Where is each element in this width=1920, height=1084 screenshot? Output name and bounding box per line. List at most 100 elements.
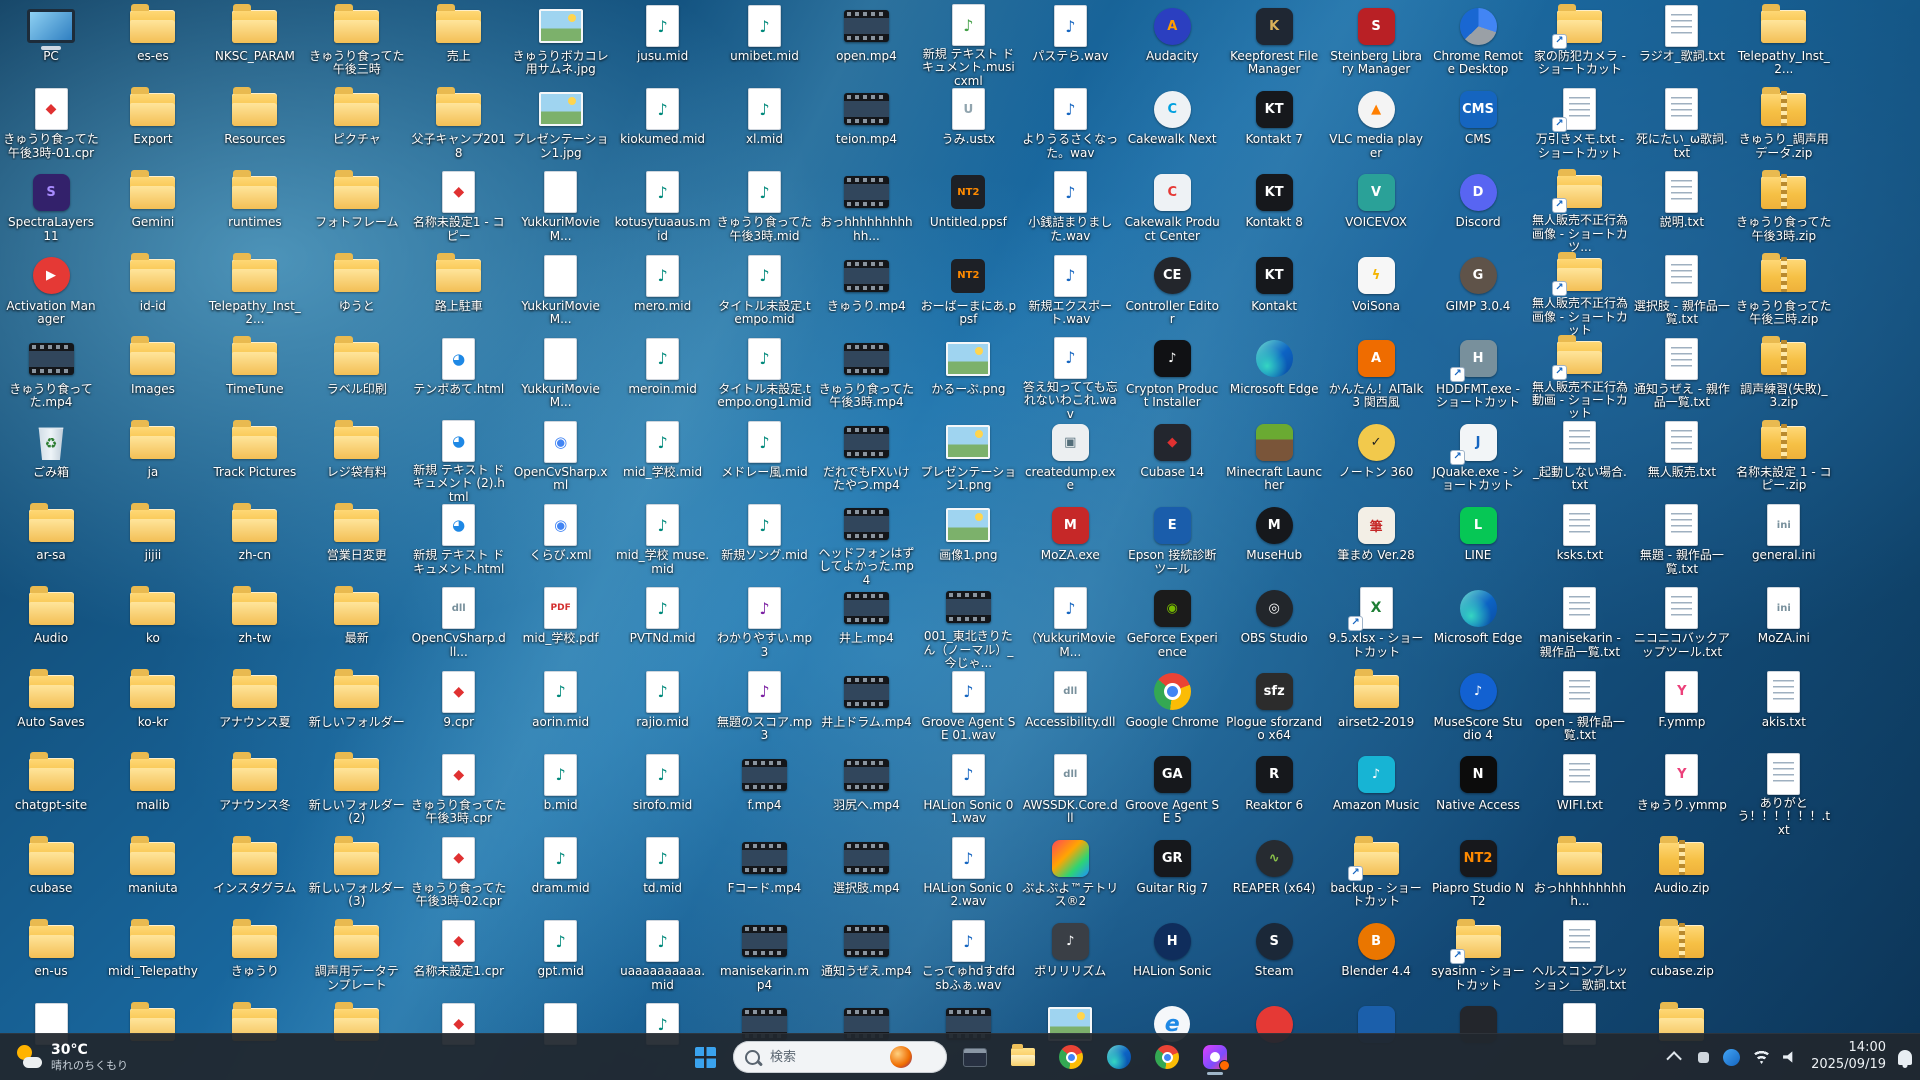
desktop-icon[interactable]: YukkuriMovieM...	[511, 254, 611, 336]
desktop-icon[interactable]: ラベル印刷	[307, 337, 407, 419]
desktop-icon[interactable]: ラジオ_歌詞.txt	[1632, 4, 1732, 86]
desktop-icon[interactable]: dram.mid	[511, 836, 611, 918]
desktop-icon[interactable]: きゅうり食ってた午後3時.zip	[1734, 170, 1834, 252]
desktop-icon[interactable]: 小銭詰まりました.wav	[1020, 170, 1120, 252]
desktop-icon[interactable]: インスタグラム	[205, 836, 305, 918]
desktop-icon[interactable]: 井上.mp4	[816, 586, 916, 668]
search-input[interactable]	[768, 1049, 882, 1066]
desktop-icon[interactable]: ko	[103, 586, 203, 668]
desktop-icon[interactable]: TimeTune	[205, 337, 305, 419]
desktop-icon[interactable]: 新規ソング.mid	[715, 503, 815, 585]
desktop-icon[interactable]: PVTNd.mid	[613, 586, 713, 668]
desktop-icon[interactable]: （YukkuriMovieM...	[1020, 586, 1120, 668]
desktop-icon[interactable]: きゅうり食ってた午後3時-01.cpr	[1, 87, 101, 169]
desktop-icon[interactable]: Microsoft Edge	[1428, 586, 1528, 668]
desktop-icon[interactable]: おっhhhhhhhhhh...	[1530, 836, 1630, 918]
desktop-icon[interactable]: わかりやすい.mp3	[715, 586, 815, 668]
desktop-icon[interactable]: umibet.mid	[715, 4, 815, 86]
desktop-icon[interactable]: こってゅhdすdfdsbふぁ.wav	[918, 919, 1018, 1001]
desktop-icon[interactable]: きゅうりボカコレ用サムネ.jpg	[511, 4, 611, 86]
desktop-icon[interactable]: 説明.txt	[1632, 170, 1732, 252]
desktop-icon[interactable]: 新規 テキスト ドキュメント (2).html	[409, 420, 509, 502]
desktop-icon[interactable]: runtimes	[205, 170, 305, 252]
desktop-icon[interactable]: 9.cpr	[409, 670, 509, 752]
desktop-icon[interactable]: b.mid	[511, 753, 611, 835]
desktop-icon[interactable]: DDiscord	[1428, 170, 1528, 252]
desktop-icon[interactable]: 選択肢 - 親作品一覧.txt	[1632, 254, 1732, 336]
desktop-icon[interactable]: Track Pictures	[205, 420, 305, 502]
desktop-icon[interactable]: en-us	[1, 919, 101, 1001]
desktop-icon[interactable]: gpt.mid	[511, 919, 611, 1001]
desktop-icon[interactable]: jusu.mid	[613, 4, 713, 86]
desktop-icon[interactable]: PC	[1, 4, 101, 86]
desktop-icon[interactable]: Export	[103, 87, 203, 169]
desktop-icon[interactable]: OpenCvSharp.dll...	[409, 586, 509, 668]
desktop-icon[interactable]: ko-kr	[103, 670, 203, 752]
desktop-icon[interactable]: よりうるさくなった。wav	[1020, 87, 1120, 169]
desktop-icon[interactable]: uaaaaaaaaaa.mid	[613, 919, 713, 1001]
desktop-icon[interactable]: 無人販売不正行為画像 - ショートカツ...	[1530, 170, 1630, 252]
desktop-icon[interactable]: きゅうり食ってた午後3時.cpr	[409, 753, 509, 835]
desktop-icon[interactable]: backup - ショートカット	[1326, 836, 1426, 918]
desktop-icon[interactable]: 路上駐車	[409, 254, 509, 336]
desktop-icon[interactable]: ♪ポリリリズム	[1020, 919, 1120, 1001]
desktop-icon[interactable]: mero.mid	[613, 254, 713, 336]
desktop-icon[interactable]: F.ymmp	[1632, 670, 1732, 752]
desktop-icon[interactable]: プレゼンテーション1.jpg	[511, 87, 611, 169]
desktop-icon[interactable]: midi_Telepathy	[103, 919, 203, 1001]
desktop-icon[interactable]: ∿REAPER (x64)	[1224, 836, 1324, 918]
desktop-icon[interactable]: f.mp4	[715, 753, 815, 835]
desktop-icon[interactable]: MoZA.ini	[1734, 586, 1834, 668]
desktop-icon[interactable]: SSteam	[1224, 919, 1324, 1001]
desktop-icon[interactable]: jijii	[103, 503, 203, 585]
desktop-icon[interactable]: YukkuriMovieM...	[511, 170, 611, 252]
desktop-icon[interactable]: WIFI.txt	[1530, 753, 1630, 835]
desktop-icon[interactable]: ヘルスコンプレッション＿歌詞.txt	[1530, 919, 1630, 1001]
desktop-icon[interactable]: mid_学校 muse.mid	[613, 503, 713, 585]
desktop-icon[interactable]: テンポあて.html	[409, 337, 509, 419]
chrome-profile-2-button[interactable]	[1145, 1037, 1189, 1077]
desktop-icon[interactable]: manisekarin - 親作品一覧.txt	[1530, 586, 1630, 668]
desktop-icon[interactable]: 売上	[409, 4, 509, 86]
desktop-icon[interactable]: きゅうり食ってた午後3時.mp4	[816, 337, 916, 419]
desktop-icon[interactable]: 筆筆まめ Ver.28	[1326, 503, 1426, 585]
volume-button[interactable]	[1783, 1041, 1799, 1073]
desktop-icon[interactable]: EEpson 接続診断ツール	[1122, 503, 1222, 585]
desktop-icon[interactable]: ◎OBS Studio	[1224, 586, 1324, 668]
desktop-icon[interactable]: NKSC_PARAM	[205, 4, 305, 86]
desktop-icon[interactable]: ありがとう！！！！！！.txt	[1734, 753, 1834, 835]
desktop-icon[interactable]: 画像1.png	[918, 503, 1018, 585]
desktop-icon[interactable]: Audio.zip	[1632, 836, 1732, 918]
desktop-icon[interactable]: td.mid	[613, 836, 713, 918]
desktop-icon[interactable]: HHALion Sonic	[1122, 919, 1222, 1001]
desktop-icon[interactable]: アナウンス冬	[205, 753, 305, 835]
weather-widget[interactable]: 30°C 晴れのちくもり	[6, 1034, 138, 1080]
desktop-icon[interactable]: Auto Saves	[1, 670, 101, 752]
desktop-icon[interactable]: ja	[103, 420, 203, 502]
desktop-icon[interactable]: mid_学校.mid	[613, 420, 713, 502]
desktop-icon[interactable]: 通知うぜえ.mp4	[816, 919, 916, 1001]
desktop-icon[interactable]: 名称未設定 1 - コピー.zip	[1734, 420, 1834, 502]
desktop-icon[interactable]: ◉GeForce Experience	[1122, 586, 1222, 668]
tray-app-1-button[interactable]	[1695, 1041, 1711, 1073]
desktop-icon[interactable]: ♪MuseScore Studio 4	[1428, 670, 1528, 752]
desktop-icon[interactable]: きゅうり食ってた午後三時.zip	[1734, 254, 1834, 336]
desktop-icon[interactable]: 万引きメモ.txt - ショートカット	[1530, 87, 1630, 169]
desktop-icon[interactable]: Accessibility.dll	[1020, 670, 1120, 752]
desktop-icon[interactable]: きゅうり	[205, 919, 305, 1001]
desktop-icon[interactable]: airset2-2019	[1326, 670, 1426, 752]
desktop-icon[interactable]: Chrome Remote Desktop	[1428, 4, 1528, 86]
desktop-icon[interactable]: Untitled.ppsf	[918, 170, 1018, 252]
desktop-icon[interactable]: cubase	[1, 836, 101, 918]
desktop-icon[interactable]: RReaktor 6	[1224, 753, 1324, 835]
desktop-icon[interactable]: MMoZA.exe	[1020, 503, 1120, 585]
desktop-icon[interactable]: 家の防犯カメラ - ショートカット	[1530, 4, 1630, 86]
desktop-icon[interactable]: 名称未設定1 - コピー	[409, 170, 509, 252]
taskbar-clock[interactable]: 14:00 2025/09/19	[1811, 1040, 1886, 1074]
desktop-icon[interactable]: HALion Sonic 02.wav	[918, 836, 1018, 918]
desktop-icon[interactable]: Google Chrome	[1122, 670, 1222, 752]
desktop-icon[interactable]: Aかんたん！AITalk 3 関西風	[1326, 337, 1426, 419]
desktop-icon[interactable]: くらび.xml	[511, 503, 611, 585]
desktop-icon[interactable]: AAudacity	[1122, 4, 1222, 86]
desktop-icon[interactable]: VVOICEVOX	[1326, 170, 1426, 252]
